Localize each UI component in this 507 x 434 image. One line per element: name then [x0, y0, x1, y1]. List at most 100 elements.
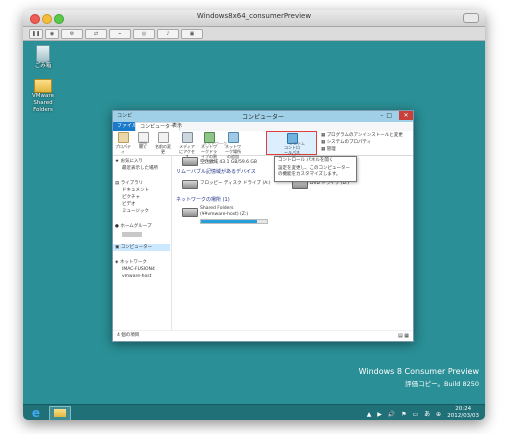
speaker-icon: ♪	[166, 31, 170, 37]
nav-documents[interactable]: ドキュメント	[122, 188, 149, 194]
nav-label: ライブラリ	[120, 181, 144, 186]
wrench-icon: ⚙	[69, 31, 75, 37]
rename-button[interactable]: 名前の変更	[155, 132, 171, 154]
network-drive-icon	[182, 208, 198, 217]
vm-window: Windows8x64_consumerPreview ❚❚ ◉ ⚙ ⇄ ⌁ ◎…	[23, 10, 485, 420]
nav-network-host[interactable]: IMAC-FUSION4	[122, 267, 155, 273]
sound-button[interactable]: ♪	[157, 29, 179, 39]
view-toggle-icons[interactable]: ▤ ▦	[398, 333, 409, 339]
ribbon-side-label: 管理	[326, 147, 336, 152]
toolbar-toggle-button[interactable]	[463, 13, 479, 23]
nav-label: vmware-host	[122, 274, 152, 279]
watermark-edition: Windows 8 Consumer Preview	[358, 367, 479, 376]
taskbar-clock[interactable]: 20:24 2012/03/03	[447, 406, 479, 420]
nav-label: ネットワーク	[119, 260, 147, 265]
rename-icon	[157, 132, 169, 143]
explorer-titlebar: コンピ コンピューター –□ ✕	[113, 111, 413, 122]
nav-label: ホームグループ	[120, 224, 152, 229]
share-usage-bar	[200, 219, 268, 224]
floppy-drive-item[interactable]: フロッピー ディスク ドライブ (A:)	[200, 181, 271, 187]
nav-music[interactable]: ミュージック	[122, 209, 149, 215]
drive-c-icon	[182, 157, 198, 166]
ribbon-label: プロパティ	[115, 144, 131, 154]
media-icon	[181, 132, 193, 143]
network-locations-header: ネットワークの場所 (1)	[176, 197, 230, 203]
nav-homegroup-user[interactable]	[122, 232, 142, 237]
tab-view[interactable]: 表示	[168, 122, 186, 131]
shared-folders-shortcut[interactable]: VMware Shared Folders	[23, 77, 63, 114]
control-panel-tooltip: コントロール パネルを開く 設定を変更し、このコンピューターの機能をカスタマイズ…	[274, 156, 357, 182]
maximize-icon[interactable]: □	[386, 112, 395, 119]
fullscreen-button[interactable]: ▣	[181, 29, 203, 39]
removable-devices-header: リムーバブル記憶域があるデバイス	[176, 169, 256, 175]
uninstall-program-link[interactable]: ▦ プログラムのアンインストールと変更	[321, 133, 403, 138]
nav-label: コンピューター	[120, 245, 153, 250]
tooltip-title: コントロール パネルを開く	[278, 158, 334, 163]
usb-button[interactable]: ⌁	[109, 29, 131, 39]
nav-computer[interactable]: ▣ コンピューター	[115, 245, 152, 251]
item-count: 4 個の項目	[117, 333, 140, 338]
desktop-icon-label: ごみ箱	[34, 63, 52, 69]
access-media-button[interactable]: メディアにアクセス	[179, 132, 195, 159]
nav-network-host[interactable]: vmware-host	[122, 274, 151, 280]
system-properties-link[interactable]: ▦ システムのプロパティ	[321, 140, 371, 145]
nav-homegroup[interactable]: ● ホームグループ	[115, 224, 151, 230]
floppy-icon	[182, 180, 198, 189]
nav-label: IMAC-FUSION4	[122, 267, 155, 272]
ribbon-group-label: ネットワーク	[203, 141, 227, 146]
ribbon-group-label: システム	[289, 141, 305, 146]
vm-toolbar: ❚❚ ◉ ⚙ ⇄ ⌁ ◎ ♪ ▣	[23, 27, 485, 41]
nav-label: 最近表示した場所	[122, 166, 158, 171]
guest-desktop: ごみ箱 VMware Shared Folders コンピ コンピューター –□…	[23, 41, 485, 404]
close-icon: ✕	[403, 112, 409, 119]
manage-link[interactable]: ▦ 管理	[321, 147, 336, 152]
recycle-bin-icon	[36, 45, 50, 63]
properties-icon	[117, 132, 129, 143]
pause-button[interactable]: ❚❚	[29, 29, 43, 39]
nav-network[interactable]: ◈ ネットワーク	[115, 260, 147, 266]
properties-button[interactable]: プロパティ	[115, 132, 131, 154]
shared-folders-path: (¥¥vmware-host) (Z:)	[200, 212, 249, 217]
content-pane: 空き領域 43.1 GB/59.6 GB リムーバブル記憶域があるデバイス フロ…	[172, 156, 413, 330]
explorer-title: コンピューター	[241, 114, 284, 121]
window-controls: –□	[380, 112, 395, 119]
network-icon: ⇄	[93, 31, 99, 37]
vm-window-title: Windows8x64_consumerPreview	[196, 12, 312, 20]
recycle-bin-shortcut[interactable]: ごみ箱	[23, 45, 63, 70]
disk-button[interactable]: ◎	[133, 29, 155, 39]
explorer-close-button[interactable]: ✕	[399, 111, 413, 120]
nav-favorites[interactable]: ★ お気に入り	[115, 159, 143, 165]
nav-libraries[interactable]: ▤ ライブラリ	[115, 181, 143, 187]
screenshot-button[interactable]: ◉	[45, 29, 59, 39]
system-tray-icons[interactable]: ▲ ▶ 🔊 ⚑ ▭ あ ⊕	[367, 409, 443, 418]
settings-button[interactable]: ⚙	[61, 29, 83, 39]
ribbon: プロパティ 開く 名前の変更 メディアにアクセス ネットワークドライブの割り当て	[113, 131, 413, 164]
taskbar: e ▲ ▶ 🔊 ⚑ ▭ あ ⊕ 20:24 2012/03/03	[23, 404, 485, 420]
nav-recent-places[interactable]: 最近表示した場所	[122, 166, 158, 172]
network-button[interactable]: ⇄	[85, 29, 107, 39]
clock-date: 2012/03/03	[447, 413, 479, 419]
file-explorer-taskbar-button[interactable]	[49, 406, 71, 420]
ribbon-group-label: 場所	[139, 141, 147, 146]
watermark-build: 評価コピー。Build 8250	[405, 380, 479, 388]
folder-icon	[54, 409, 66, 417]
nav-pictures[interactable]: ピクチャ	[122, 195, 140, 201]
nav-label: お気に入り	[120, 159, 143, 164]
fullscreen-icon: ▣	[189, 31, 195, 37]
explorer-window: コンピ コンピューター –□ ✕ ファイル コンピューター 表示 プロパティ 開…	[112, 110, 414, 342]
status-bar: 4 個の項目 ▤ ▦	[113, 330, 413, 341]
disk-icon: ◎	[141, 31, 147, 37]
nav-label: ドキュメント	[122, 188, 149, 193]
clock-time: 20:24	[455, 406, 472, 412]
drive-c-free-space: 空き領域 43.1 GB/59.6 GB	[200, 160, 257, 165]
add-network-location-button[interactable]: ネットワーク場所の追加	[225, 132, 241, 159]
nav-label: ビデオ	[122, 202, 136, 207]
nav-videos[interactable]: ビデオ	[122, 202, 136, 208]
tooltip-body: 設定を変更し、このコンピューターの機能をカスタマイズします。	[278, 166, 350, 177]
usb-icon: ⌁	[118, 31, 122, 37]
ribbon-label: 名前の変更	[155, 144, 171, 154]
camera-icon: ◉	[49, 31, 55, 37]
desktop-icon-label: VMware Shared Folders	[32, 93, 54, 113]
folder-icon	[34, 79, 52, 93]
internet-explorer-icon[interactable]: e	[29, 406, 43, 420]
